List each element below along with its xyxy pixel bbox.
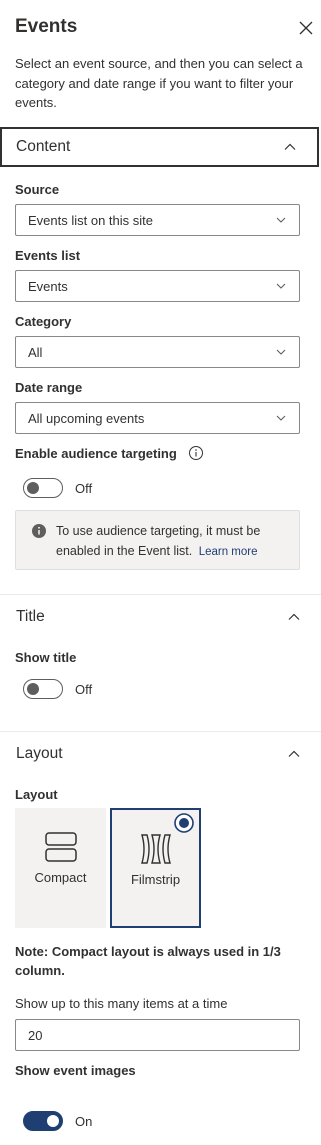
title-section-title: Title	[16, 608, 45, 625]
show-event-images-toggle[interactable]	[23, 1111, 63, 1131]
chevron-up-icon	[288, 750, 300, 757]
radio-selected-icon	[174, 813, 194, 833]
events-list-label: Events list	[15, 248, 81, 263]
content-section-title: Content	[16, 138, 71, 155]
source-value: Events list on this site	[28, 212, 153, 228]
chevron-down-icon	[276, 283, 286, 289]
section-divider	[0, 731, 321, 732]
filmstrip-option-label: Filmstrip	[130, 872, 181, 887]
category-dropdown[interactable]: All	[15, 336, 300, 368]
layout-section-header[interactable]: Layout	[0, 734, 321, 774]
events-list-value: Events	[28, 278, 68, 294]
show-images-toggle-state: On	[75, 1114, 93, 1129]
section-divider	[0, 594, 321, 595]
layout-option-filmstrip[interactable]: Filmstrip	[110, 808, 201, 928]
compact-option-label: Compact	[34, 870, 87, 885]
events-list-dropdown[interactable]: Events	[15, 270, 300, 302]
close-icon	[299, 21, 313, 35]
audience-targeting-toggle[interactable]	[23, 478, 63, 498]
audience-targeting-label: Enable audience targeting	[15, 446, 177, 461]
show-event-images-label: Show event images	[15, 1063, 136, 1078]
info-icon[interactable]	[188, 445, 204, 461]
compact-layout-icon	[44, 832, 77, 862]
items-count-label: Show up to this many items at a time	[15, 996, 228, 1011]
chevron-down-icon	[276, 349, 286, 355]
chevron-down-icon	[276, 217, 286, 223]
chevron-down-icon	[276, 415, 286, 421]
layout-section-title: Layout	[16, 745, 63, 762]
filmstrip-layout-icon	[140, 834, 171, 864]
panel-title: Events	[15, 16, 78, 37]
audience-message-bar: To use audience targeting, it must be en…	[15, 510, 300, 570]
title-section-header[interactable]: Title	[0, 597, 321, 637]
audience-toggle-state: Off	[75, 481, 93, 496]
source-label: Source	[15, 182, 60, 197]
content-section-header[interactable]: Content	[0, 127, 319, 167]
learn-more-link[interactable]: Learn more	[199, 546, 258, 558]
close-button[interactable]	[296, 18, 316, 38]
category-value: All	[28, 344, 43, 360]
layout-option-compact[interactable]: Compact	[15, 808, 106, 928]
items-count-input[interactable]	[15, 1019, 300, 1051]
chevron-up-icon	[288, 613, 300, 620]
show-title-toggle-state: Off	[75, 682, 93, 697]
layout-label: Layout	[15, 787, 58, 802]
chevron-up-icon	[284, 143, 296, 150]
panel-description: Select an event source, and then you can…	[15, 56, 303, 110]
show-title-label: Show title	[15, 650, 77, 665]
category-label: Category	[15, 314, 72, 329]
layout-note: Note: Compact layout is always used in 1…	[15, 944, 281, 978]
source-dropdown[interactable]: Events list on this site	[15, 204, 300, 236]
date-range-value: All upcoming events	[28, 410, 145, 426]
show-title-toggle[interactable]	[23, 679, 63, 699]
date-range-dropdown[interactable]: All upcoming events	[15, 402, 300, 434]
info-icon	[32, 524, 46, 538]
date-range-label: Date range	[15, 380, 83, 395]
